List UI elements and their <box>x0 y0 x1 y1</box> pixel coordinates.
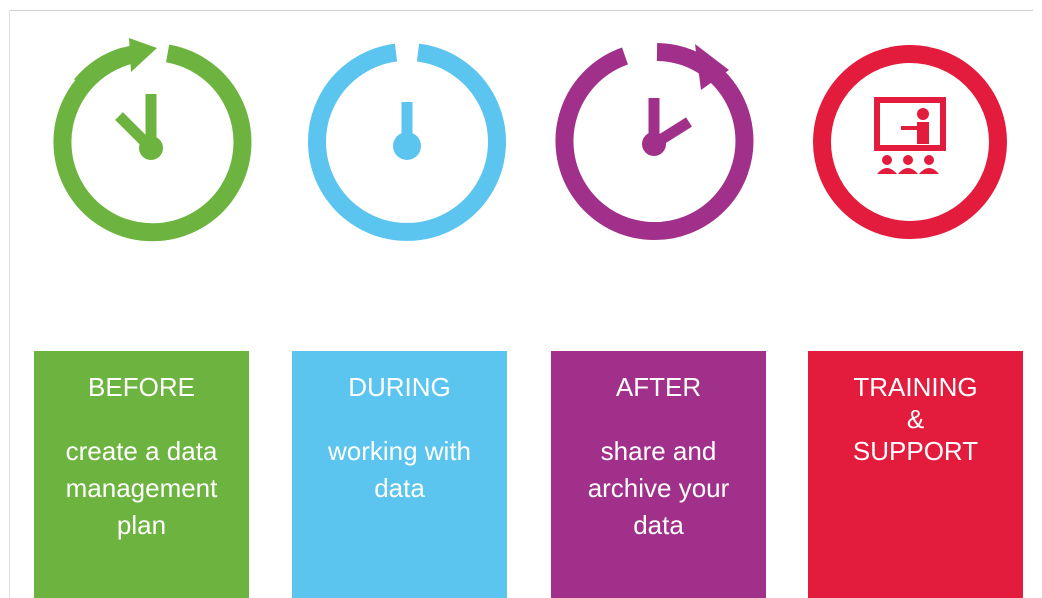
after-clock-icon <box>551 36 761 248</box>
training-card[interactable]: TRAINING & SUPPORT <box>808 351 1023 598</box>
before-card[interactable]: BEFORE create a data management plan <box>34 351 249 598</box>
during-card[interactable]: DURING working with data <box>292 351 507 598</box>
infographic-page: BEFORE create a data management plan DUR… <box>0 0 1042 598</box>
before-description: create a data management plan <box>65 436 218 540</box>
during-description: working with data <box>327 436 472 503</box>
before-clock-icon <box>47 36 257 248</box>
after-card[interactable]: AFTER share and archive your data <box>551 351 766 598</box>
during-title: DURING <box>348 372 451 402</box>
before-title: BEFORE <box>88 372 195 402</box>
training-presentation-icon <box>805 36 1015 248</box>
during-stopwatch-icon <box>302 36 512 248</box>
after-title: AFTER <box>615 372 702 402</box>
top-divider <box>9 10 1033 11</box>
training-title: TRAINING & SUPPORT <box>852 372 979 466</box>
after-description: share and archive your data <box>587 436 730 540</box>
left-divider <box>9 10 10 598</box>
